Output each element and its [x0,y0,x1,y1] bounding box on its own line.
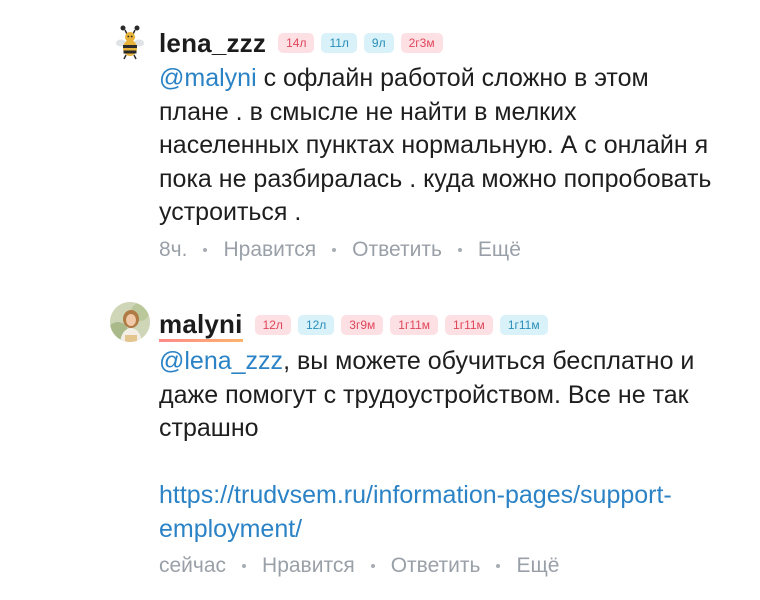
comment-time: сейчас [159,554,227,577]
comment-header: malyni 12л 12л 3г9м 1г11м 1г11м 1г11м [159,308,548,342]
comment-actions: сейчас Нравится Ответить Ещё [159,554,559,578]
child-age-badge: 12л [297,315,335,335]
avatar[interactable] [110,302,150,342]
mention-link[interactable]: @lena_zzz [159,347,283,375]
child-age-badge: 14л [278,33,315,53]
child-age-badge: 1г11м [499,315,548,335]
comment-text: @malyni с офлайн работой сложно в этом п… [159,62,719,230]
child-age-badge: 2г3м [400,33,443,53]
reply-button[interactable]: Ответить [391,554,481,578]
separator-dot [242,564,247,568]
like-button[interactable]: Нравится [262,554,355,578]
reply-button[interactable]: Ответить [352,238,442,262]
comment-actions: 8ч. Нравится Ответить Ещё [159,238,521,262]
url-link[interactable]: https://trudvsem.ru/information-pages/su… [159,479,679,546]
more-button[interactable]: Ещё [516,554,559,578]
child-age-badge: 1г11м [390,315,439,335]
child-age-badge: 1г11м [445,315,493,335]
mention-link[interactable]: @malyni [159,64,257,92]
separator-dot [332,248,337,252]
child-age-badge: 12л [254,315,291,335]
child-age-badge: 11л [321,33,357,53]
child-age-badge: 3г9м [341,315,384,335]
comment-text: @lena_zzz, вы можете обучиться бесплатно… [159,345,719,546]
username[interactable]: lena_zzz [159,28,266,58]
badges: 12л 12л 3г9м 1г11м 1г11м 1г11м [254,315,548,335]
badges: 14л 11л 9л 2г3м [278,33,443,53]
separator-dot [203,248,208,252]
comment-time: 8ч. [159,238,188,261]
bee-avatar-icon [116,25,144,60]
child-age-badge: 9л [363,33,394,53]
username[interactable]: malyni [159,308,243,342]
user-photo-icon [110,302,150,342]
separator-dot [496,564,501,568]
more-button[interactable]: Ещё [478,238,521,262]
avatar[interactable] [110,22,150,62]
comments-thread: lena_zzz 14л 11л 9л 2г3м @malyni с офлай… [0,0,760,600]
comment-header: lena_zzz 14л 11л 9л 2г3м [159,26,443,60]
separator-dot [457,248,462,252]
like-button[interactable]: Нравится [223,238,316,262]
separator-dot [370,564,375,568]
